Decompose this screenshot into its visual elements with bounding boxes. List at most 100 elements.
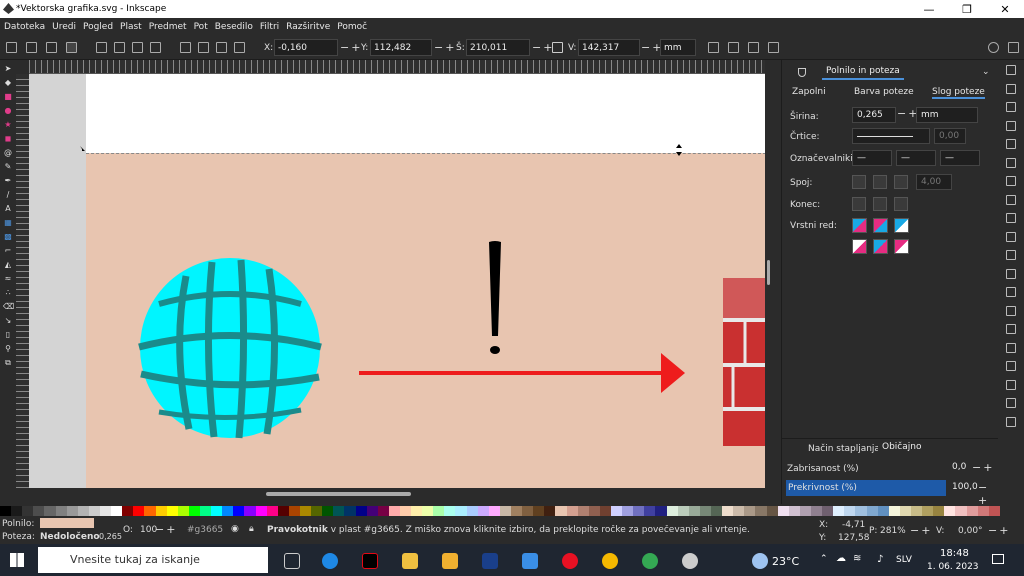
tweak-tool-icon[interactable]: ≈ [3,274,13,284]
palette-swatch[interactable] [222,506,234,516]
subtab-stroke-style[interactable]: Slog poteze [932,87,985,99]
palette-swatch[interactable] [422,506,434,516]
palette-swatch[interactable] [622,506,634,516]
palette-swatch[interactable] [888,506,900,516]
square-cap-icon[interactable] [894,197,908,211]
pen-tool-icon[interactable]: ✒ [3,176,13,186]
star-tool-icon[interactable]: ★ [3,120,13,130]
edge-icon[interactable] [322,553,338,569]
open-icon[interactable] [1006,83,1016,94]
maximize-button[interactable]: ❐ [948,0,986,18]
zoom-page-icon[interactable] [1006,305,1016,316]
raise-top-icon[interactable] [180,42,191,53]
palette-swatch[interactable] [177,506,189,516]
notifications-icon[interactable] [992,554,1004,564]
palette-swatch[interactable] [355,506,367,516]
menu-filtri[interactable]: Filtri [260,22,279,32]
miter-join-icon[interactable] [894,175,908,189]
ellipse-tool-icon[interactable]: ● [3,106,13,116]
palette-swatch[interactable] [211,506,223,516]
norton-icon[interactable] [602,553,618,569]
palette-swatch[interactable] [910,506,923,516]
resize-handle-icon[interactable] [676,144,682,156]
deselect-icon[interactable] [46,42,57,53]
subtab-stroke-paint[interactable]: Barva poteze [854,87,914,97]
selector-tool-icon[interactable]: ➤ [3,64,13,74]
menu-uredi[interactable]: Uredi [52,22,76,32]
zoom-selection-icon[interactable] [1006,268,1016,279]
tray-chevron-icon[interactable]: ⌃ [820,554,828,564]
palette-swatch[interactable] [111,506,123,516]
palette-swatch[interactable] [844,506,856,516]
palette-swatch[interactable] [455,506,467,516]
palette-swatch[interactable] [899,506,911,516]
redo-icon[interactable] [1006,194,1016,205]
netflix-icon[interactable] [362,553,378,569]
palette-swatch[interactable] [299,506,312,516]
lower-icon[interactable] [216,42,227,53]
palette-swatch[interactable] [233,506,245,516]
palette-swatch[interactable] [688,506,700,516]
menu-besedilo[interactable]: Besedilo [215,22,253,32]
vertical-scrollbar[interactable] [767,260,770,285]
palette-swatch[interactable] [766,506,778,516]
x-stepper[interactable]: −+ [340,41,362,54]
import-icon[interactable] [1006,139,1016,149]
palette-swatch[interactable] [977,506,989,516]
width-input[interactable]: 0,265 [852,107,896,123]
new-doc-icon[interactable] [1006,65,1016,75]
palette-swatch[interactable] [966,506,978,516]
undo-icon[interactable] [1006,176,1016,186]
save-icon[interactable] [1006,102,1016,112]
butt-cap-icon[interactable] [852,197,866,211]
connector-tool-icon[interactable]: ↘ [3,316,13,326]
chrome-icon[interactable] [642,553,658,569]
y-input[interactable]: 112,482 [370,39,432,56]
zoom-drawing-icon[interactable] [1006,287,1016,297]
palette-swatch[interactable] [988,506,1000,516]
pencil-tool-icon[interactable]: ✎ [3,162,13,172]
spiral-tool-icon[interactable]: @ [3,148,13,158]
palette-swatch[interactable] [855,506,867,516]
color-palette[interactable] [0,506,1000,516]
shield-icon[interactable] [798,68,806,77]
zoom-stepper[interactable]: −+ [910,524,932,537]
order-stroke-markers-icon[interactable] [873,239,888,254]
palette-swatch[interactable] [666,506,678,516]
palette-swatch[interactable] [322,506,334,516]
rotate-ccw-icon[interactable] [96,42,107,53]
status-opacity-stepper[interactable]: −+ [155,523,177,536]
calligraphy-tool-icon[interactable]: ∕ [3,190,13,200]
x-input[interactable]: -0,160 [274,39,338,56]
order-fill-markers-icon[interactable] [852,239,867,254]
palette-swatch[interactable] [555,506,567,516]
touch-select-icon[interactable] [66,42,77,53]
task-view-icon[interactable] [284,553,300,569]
menu-pomoc[interactable]: Pomoč [337,22,367,32]
palette-swatch[interactable] [799,506,811,516]
rotate-cw-icon[interactable] [114,42,125,53]
pages-tool-icon[interactable]: ⧉ [3,358,13,368]
w-input[interactable]: 210,011 [466,39,530,56]
menu-pogled[interactable]: Pogled [83,22,113,32]
brick-wall-shape[interactable] [723,278,765,446]
palette-swatch[interactable] [522,506,534,516]
lock-status-icon[interactable]: 🔒︎ [249,524,254,534]
move-gradients-icon[interactable] [748,42,759,53]
palette-swatch[interactable] [744,506,756,516]
bevel-join-icon[interactable] [852,175,866,189]
palette-swatch[interactable] [877,506,889,516]
palette-swatch[interactable] [11,506,23,516]
palette-swatch[interactable] [655,506,667,516]
blend-select[interactable]: Običajno [878,440,994,456]
weather-temp[interactable]: 23°C [772,555,799,568]
palette-swatch[interactable] [810,506,823,516]
palette-swatch[interactable] [244,506,256,516]
palette-swatch[interactable] [566,506,578,516]
palette-swatch[interactable] [344,506,356,516]
unlink-clone-icon[interactable] [1006,361,1016,371]
scale-corners-icon[interactable] [728,42,739,53]
palette-swatch[interactable] [777,506,789,516]
clock-time[interactable]: 18:48 [940,548,969,559]
palette-swatch[interactable] [333,506,345,516]
